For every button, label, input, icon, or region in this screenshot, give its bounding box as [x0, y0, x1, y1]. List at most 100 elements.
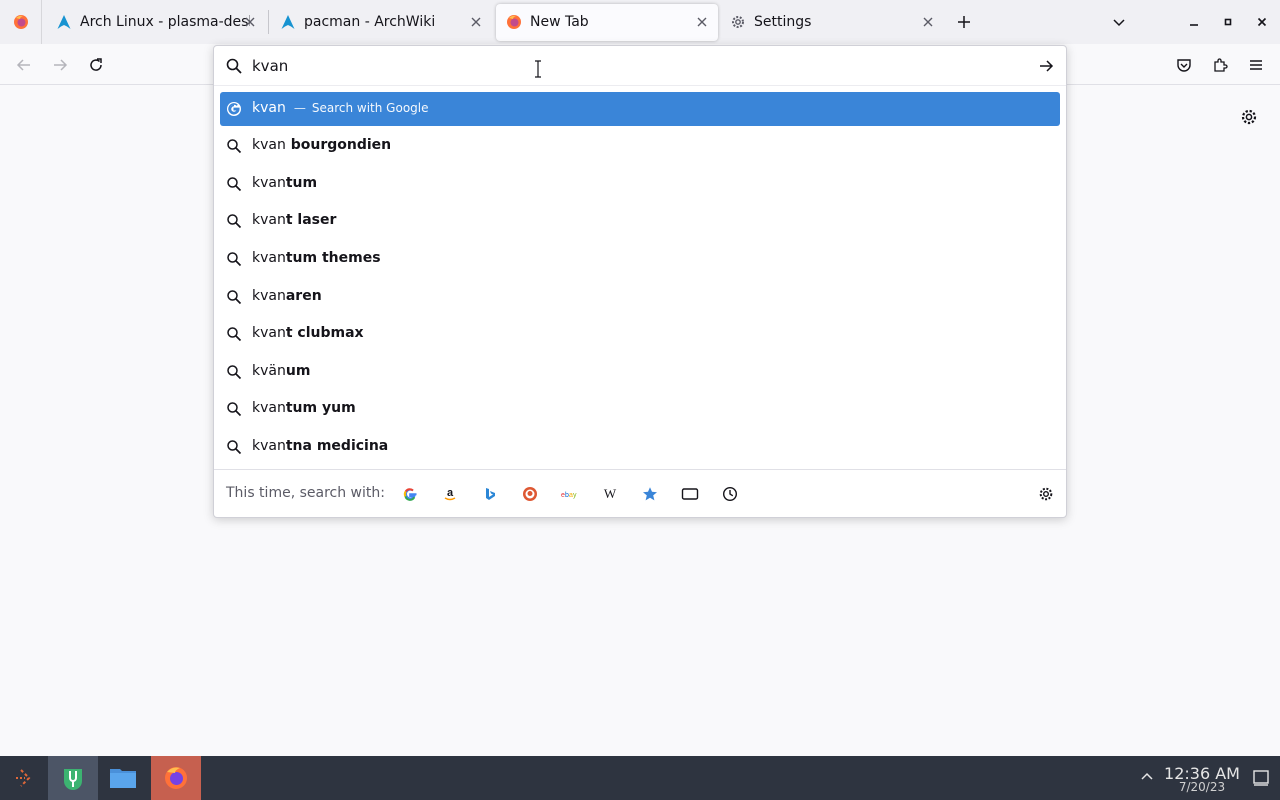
amazon-icon: a	[444, 487, 456, 501]
close-tab-icon[interactable]	[468, 14, 484, 30]
search-icon	[226, 401, 242, 417]
suggestion-separator: —	[293, 101, 306, 115]
app-menu-button[interactable]	[1245, 54, 1267, 76]
newtab-customize-button[interactable]	[1238, 106, 1260, 128]
suggestion-item[interactable]: kvantum yum	[220, 392, 1060, 426]
suggestion-completion-text: tum themes	[285, 250, 381, 266]
list-all-tabs-button[interactable]	[1108, 11, 1130, 33]
suggestion-item[interactable]: kvant clubmax	[220, 317, 1060, 351]
wikipedia-icon: W	[604, 486, 617, 501]
tab-pacman-archwiki[interactable]: pacman - ArchWiki	[268, 0, 492, 44]
tab-title: pacman - ArchWiki	[304, 14, 436, 30]
engine-wikipedia-button[interactable]: W	[598, 482, 622, 506]
search-icon	[226, 58, 242, 74]
chevron-down-icon	[1113, 19, 1125, 27]
search-icon	[226, 364, 242, 380]
close-tab-icon[interactable]	[920, 14, 936, 30]
go-button[interactable]	[1035, 55, 1057, 77]
suggestion-completion-text: tum	[285, 175, 318, 191]
forward-arrow-icon	[54, 59, 68, 71]
system-tray-expand-button[interactable]	[1138, 768, 1156, 786]
show-desktop-icon[interactable]	[1252, 769, 1270, 787]
close-window-button[interactable]	[1252, 12, 1272, 32]
app-launcher-icon	[16, 769, 31, 787]
taskbar-firefox[interactable]	[151, 756, 201, 800]
suggestion-item[interactable]: kvantum themes	[220, 242, 1060, 276]
suggestion-typed-text: kvan	[252, 100, 286, 116]
taskbar-discover-app[interactable]	[48, 756, 98, 800]
arch-logo-icon	[281, 15, 295, 29]
suggestion-typed-text: kvan	[252, 400, 286, 416]
suggestion-typed-text: kvan	[252, 212, 286, 228]
engine-bing-button[interactable]	[478, 482, 502, 506]
urlbar-popup: kvan — Search with Google kvan bourgondien…	[213, 45, 1067, 518]
maximize-button[interactable]	[1218, 12, 1238, 32]
folder-icon	[110, 769, 136, 788]
tab-new-tab[interactable]: New Tab	[494, 0, 720, 44]
suggestion-item[interactable]: kvantum	[220, 167, 1060, 201]
suggestion-completion-text: tum yum	[285, 400, 356, 416]
tab-icon	[681, 488, 699, 500]
gear-icon	[1241, 109, 1257, 125]
suggestion-item[interactable]: kvantna medicina	[220, 430, 1060, 464]
firefox-icon	[507, 15, 521, 29]
close-icon	[1257, 17, 1267, 27]
pocket-button[interactable]	[1173, 54, 1195, 76]
ebay-icon: e b a y	[561, 492, 577, 499]
urlbar-input[interactable]	[252, 54, 1012, 78]
google-icon	[403, 488, 417, 501]
firefox-icon	[13, 15, 28, 29]
search-icon	[226, 439, 242, 455]
suggestion-search-google[interactable]: kvan — Search with Google	[220, 92, 1060, 126]
tab-settings[interactable]: Settings	[718, 0, 944, 44]
arch-logo-icon	[57, 15, 71, 29]
back-button[interactable]	[13, 54, 35, 76]
text-cursor-icon	[535, 60, 541, 78]
search-icon	[226, 138, 242, 154]
engine-ebay-button[interactable]: e b a y	[558, 482, 582, 506]
svg-text:y: y	[573, 492, 577, 499]
suggestion-item[interactable]: kvan bourgondien	[220, 129, 1060, 163]
suggestion-item[interactable]: kvant laser	[220, 204, 1060, 238]
taskbar-file-manager[interactable]	[98, 756, 148, 800]
search-icon	[226, 176, 242, 192]
arrow-right-icon	[1040, 60, 1054, 72]
engine-amazon-button[interactable]: a	[438, 482, 462, 506]
extensions-button[interactable]	[1209, 54, 1231, 76]
reload-button[interactable]	[85, 54, 107, 76]
search-settings-button[interactable]	[1034, 482, 1058, 506]
engine-duckduckgo-button[interactable]	[518, 482, 542, 506]
suggestion-completion-text: t clubmax	[285, 325, 364, 341]
close-tab-icon[interactable]	[242, 14, 258, 30]
suggestion-typed-text: kvan	[252, 175, 286, 191]
history-search-button[interactable]	[718, 482, 742, 506]
suggestion-item[interactable]: kvänum	[220, 355, 1060, 389]
back-arrow-icon	[16, 59, 30, 71]
one-off-label: This time, search with:	[226, 485, 385, 501]
taskbar	[0, 756, 1280, 800]
tabs-search-button[interactable]	[678, 482, 702, 506]
search-icon	[226, 289, 242, 305]
forward-button[interactable]	[49, 54, 71, 76]
minimize-button[interactable]	[1184, 12, 1204, 32]
firefox-view-button[interactable]	[0, 0, 42, 44]
pocket-icon	[1177, 59, 1191, 72]
suggestion-typed-text: kvan	[252, 250, 286, 266]
duckduckgo-icon	[523, 487, 537, 501]
svg-text:W: W	[604, 486, 617, 501]
suggestion-typed-text: kvän	[252, 363, 286, 379]
bookmarks-search-button[interactable]	[638, 482, 662, 506]
engine-google-button[interactable]	[398, 482, 422, 506]
application-launcher-button[interactable]	[0, 756, 50, 800]
suggestion-completion-text: bourgondien	[285, 137, 392, 153]
google-icon	[226, 101, 242, 117]
clock-date[interactable]: 7/20/23	[1162, 780, 1242, 794]
tab-arch-linux[interactable]: Arch Linux - plasma-desk	[44, 0, 266, 44]
tab-strip: Arch Linux - plasma-desk pacman - ArchWi…	[0, 0, 1280, 44]
suggestion-completion-text: tna medicina	[285, 438, 389, 454]
suggestion-item[interactable]: kvanaren	[220, 280, 1060, 314]
new-tab-button[interactable]	[953, 11, 975, 33]
close-tab-icon[interactable]	[694, 14, 710, 30]
reload-icon	[90, 58, 102, 71]
suggestion-typed-text: kvan	[252, 325, 286, 341]
